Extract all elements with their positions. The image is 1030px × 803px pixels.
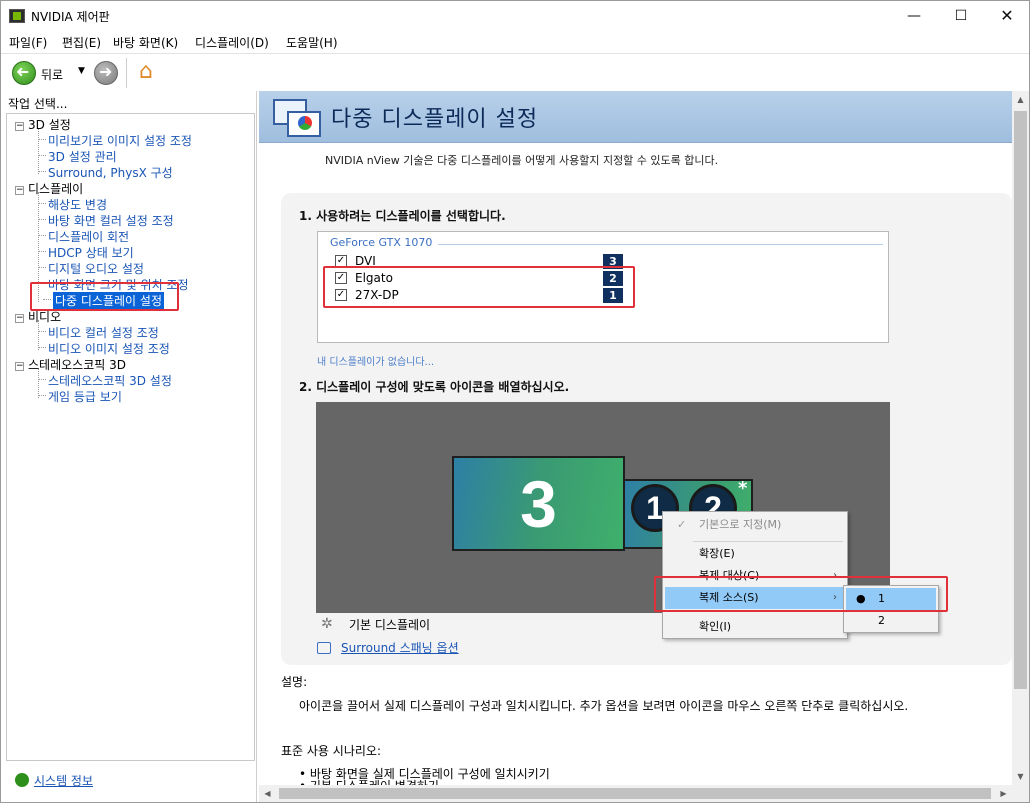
- menu-item-extend[interactable]: 확장(E): [665, 543, 845, 565]
- gpu-label: GeForce GTX 1070: [330, 236, 433, 249]
- tree-item-image-preview[interactable]: 미리보기로 이미지 설정 조정: [38, 132, 192, 149]
- forward-arrow-icon[interactable]: [94, 61, 118, 85]
- step2-heading: 2. 디스플레이 구성에 맞도록 아이콘을 배열하십시오.: [299, 380, 570, 394]
- horizontal-scrollbar[interactable]: ◀ ▶: [259, 785, 1012, 802]
- surround-icon: [317, 642, 331, 654]
- tree-category-display[interactable]: − 디스플레이: [15, 180, 83, 197]
- tree-item-3d-settings[interactable]: 3D 설정 관리: [38, 148, 117, 165]
- menu-edit[interactable]: 편집(E): [62, 34, 101, 51]
- menu-separator: [693, 541, 843, 542]
- task-tree-panel: 작업 선택... −3D 설정 미리보기로 이미지 설정 조정 3D 설정 관리…: [1, 91, 257, 802]
- missing-display-link[interactable]: 내 디스플레이가 없습니다...: [317, 353, 434, 368]
- menu-display[interactable]: 디스플레이(D): [195, 34, 269, 51]
- task-select-header: 작업 선택...: [8, 97, 68, 111]
- tree-category-label: 3D 설정: [28, 118, 71, 132]
- menu-item-label: 기본으로 지정(M): [699, 518, 782, 531]
- tree-item-stereo-settings[interactable]: 스테레오스코픽 3D 설정: [38, 372, 172, 389]
- multi-display-icon: [273, 99, 323, 137]
- close-button[interactable]: ✕: [984, 1, 1029, 31]
- context-menu-highlight-box: [654, 576, 948, 612]
- scroll-left-icon[interactable]: ◀: [259, 785, 276, 802]
- tree-item-surround-physx[interactable]: Surround, PhysX 구성: [38, 164, 173, 181]
- task-tree: −3D 설정 미리보기로 이미지 설정 조정 3D 설정 관리 Surround…: [6, 113, 255, 761]
- menu-desktop[interactable]: 바탕 화면(K): [113, 34, 178, 51]
- primary-display-legend: 기본 디스플레이: [349, 618, 431, 632]
- tree-item-video-image[interactable]: 비디오 이미지 설정 조정: [38, 340, 170, 357]
- window-title: NVIDIA 제어판: [31, 10, 110, 24]
- menu-item-ok[interactable]: 확인(I): [665, 616, 845, 638]
- nvidia-app-icon: [9, 9, 25, 23]
- system-info-link[interactable]: 시스템 정보: [34, 772, 93, 789]
- minimize-button[interactable]: —: [891, 1, 937, 31]
- check-icon: ✓: [677, 518, 687, 531]
- menu-bar: 파일(F) 편집(E) 바탕 화면(K) 디스플레이(D) 도움말(H): [1, 31, 1029, 51]
- toolbar: 뒤로 ▼ ⌂: [1, 53, 1029, 91]
- display-list-highlight-box: [323, 266, 635, 308]
- toolbar-separator: [126, 58, 127, 88]
- nvidia-control-panel-window: NVIDIA 제어판 — ☐ ✕ 파일(F) 편집(E) 바탕 화면(K) 디스…: [0, 0, 1030, 803]
- description-label: 설명:: [281, 675, 308, 689]
- monitor-context-menu: ✓ 기본으로 지정(M) 확장(E) 복제 대상(C) › 복제 소스(S) ›…: [662, 511, 848, 639]
- tree-category-3d[interactable]: −3D 설정: [15, 116, 71, 133]
- tree-category-stereo[interactable]: − 스테레오스코픽 3D: [15, 356, 126, 373]
- horizontal-scroll-thumb[interactable]: [279, 788, 991, 799]
- selection-highlight-box: [30, 282, 179, 311]
- gpu-divider: [438, 244, 883, 245]
- submenu-item-2[interactable]: 2: [846, 610, 936, 632]
- maximize-button[interactable]: ☐: [938, 1, 984, 31]
- tree-category-label: 디스플레이: [28, 182, 84, 196]
- intro-text: NVIDIA nView 기술은 다중 디스플레이를 어떻게 사용할지 지정할 …: [325, 154, 719, 167]
- monitor-3[interactable]: 3: [452, 456, 625, 551]
- home-icon[interactable]: ⌂: [139, 59, 163, 85]
- scroll-up-icon[interactable]: ▲: [1012, 91, 1029, 108]
- back-button-label[interactable]: 뒤로: [41, 66, 63, 83]
- scroll-right-icon[interactable]: ▶: [995, 785, 1012, 802]
- back-history-dropdown[interactable]: ▼: [78, 66, 85, 76]
- step1-heading: 1. 사용하려는 디스플레이를 선택합니다.: [299, 209, 506, 223]
- menu-file[interactable]: 파일(F): [9, 34, 47, 51]
- surround-spanning-link[interactable]: Surround 스패닝 옵션: [341, 639, 459, 656]
- tree-category-label: 스테레오스코픽 3D: [28, 358, 126, 372]
- page-title: 다중 디스플레이 설정: [331, 107, 539, 132]
- vertical-scrollbar[interactable]: ▲ ▼: [1012, 91, 1029, 785]
- monitor-number: 3: [520, 467, 557, 541]
- tree-item-hdcp[interactable]: HDCP 상태 보기: [38, 244, 134, 261]
- tree-line: [38, 128, 39, 174]
- menu-item-set-primary: ✓ 기본으로 지정(M): [665, 514, 845, 536]
- tree-item-rotate-display[interactable]: 디스플레이 회전: [37, 228, 129, 245]
- tree-item-game-rating[interactable]: 게임 등급 보기: [38, 388, 122, 405]
- scrollbar-corner: [1012, 785, 1029, 802]
- tree-category-label: 비디오: [28, 310, 62, 324]
- main-content: 다중 디스플레이 설정 NVIDIA nView 기술은 다중 디스플레이를 어…: [259, 91, 1012, 802]
- back-arrow-icon[interactable]: [12, 61, 36, 85]
- menu-help[interactable]: 도움말(H): [286, 34, 338, 51]
- page-banner: 다중 디스플레이 설정: [259, 91, 1012, 143]
- info-icon: [15, 773, 29, 787]
- vertical-scroll-thumb[interactable]: [1014, 111, 1027, 689]
- tree-item-resolution[interactable]: 해상도 변경: [37, 196, 107, 213]
- tree-item-desktop-color[interactable]: 바탕 화면 컬러 설정 조정: [38, 212, 174, 229]
- monitor-shape: [287, 111, 321, 137]
- usage-label: 표준 사용 시나리오:: [281, 744, 381, 758]
- scroll-down-icon[interactable]: ▼: [1012, 768, 1029, 785]
- primary-display-icon: ✲: [321, 616, 333, 632]
- tree-item-digital-audio[interactable]: 디지털 오디오 설정: [38, 260, 144, 277]
- primary-display-marker: *: [738, 478, 748, 499]
- tree-item-video-color[interactable]: 비디오 컬러 설정 조정: [38, 324, 159, 341]
- description-text: 아이콘을 끌어서 실제 디스플레이 구성과 일치시킵니다. 추가 옵션을 보려면…: [299, 699, 909, 713]
- title-bar: NVIDIA 제어판 — ☐ ✕: [1, 1, 1029, 31]
